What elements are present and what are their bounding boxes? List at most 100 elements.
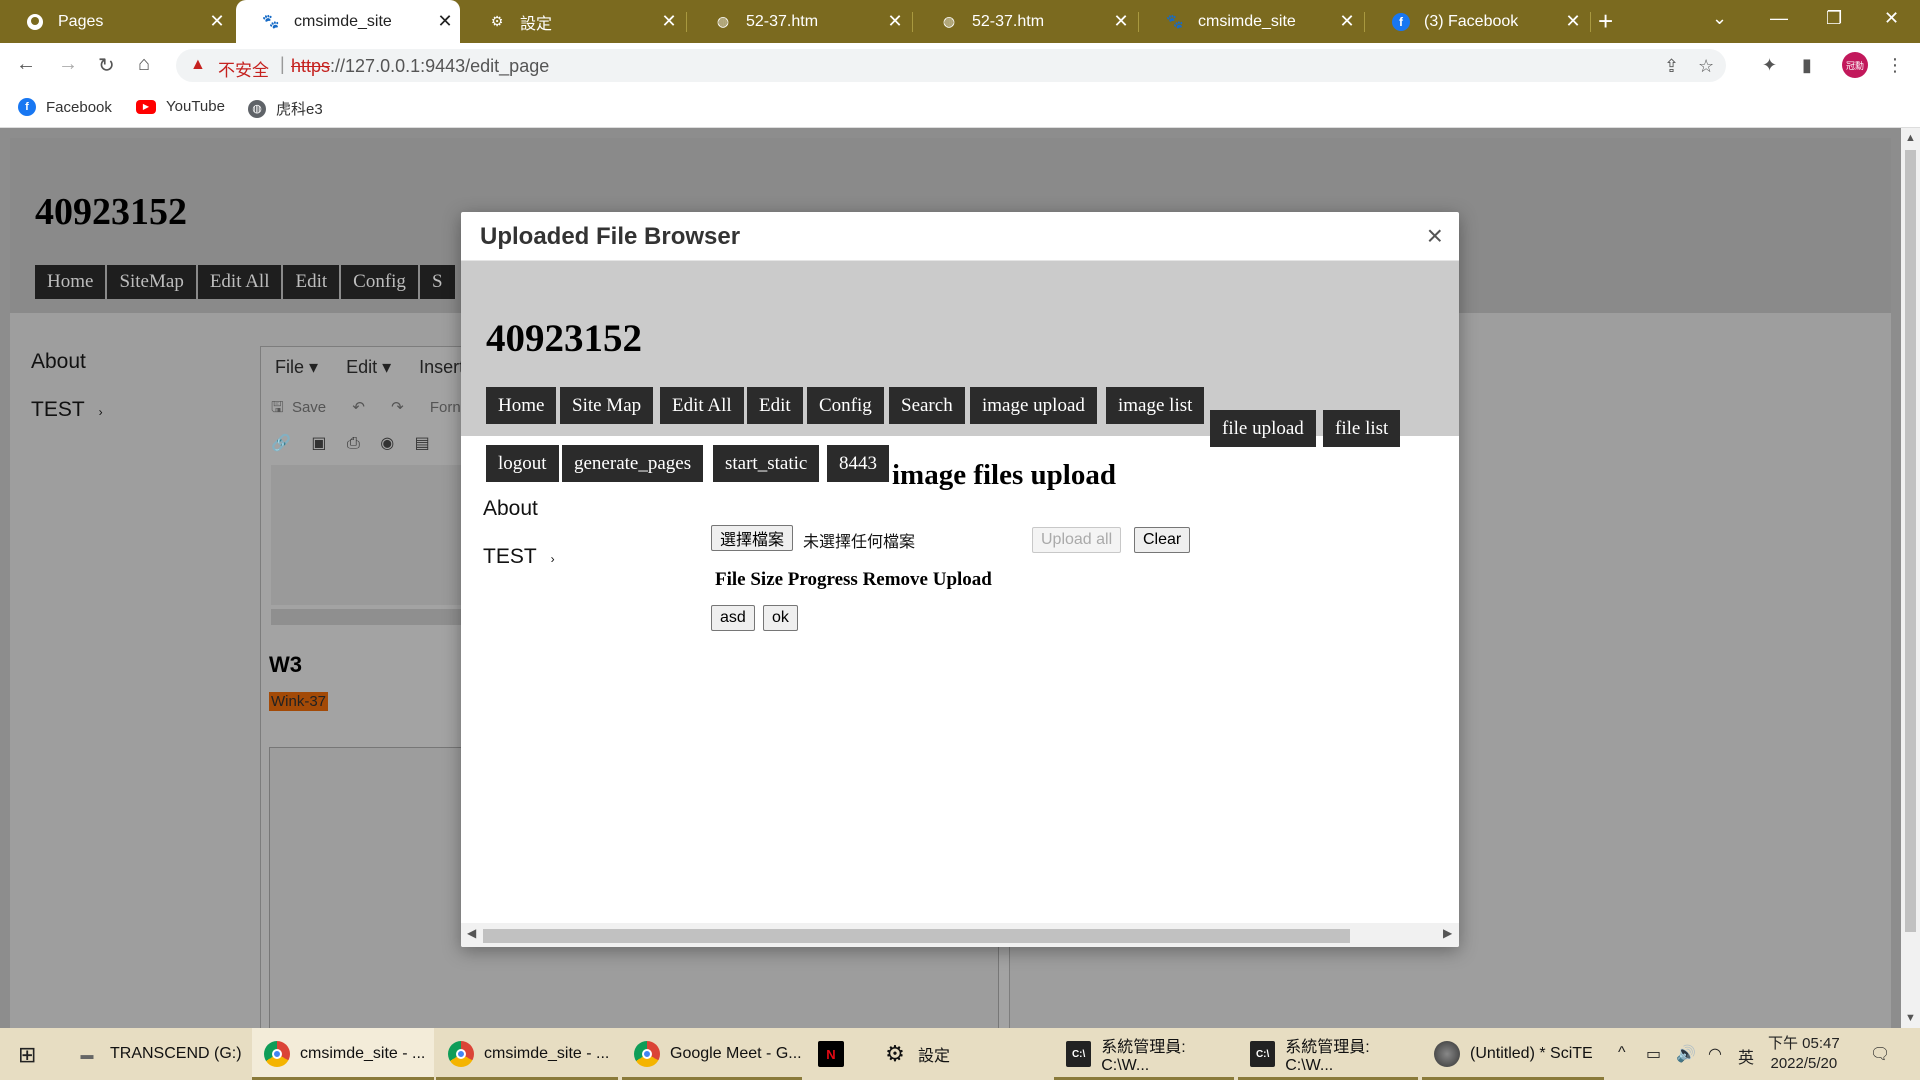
nav-home[interactable]: Home	[486, 387, 557, 424]
menu-home[interactable]: Home	[35, 265, 106, 299]
nav-site-map[interactable]: Site Map	[560, 387, 654, 424]
nav-file-list[interactable]: file list	[1323, 410, 1401, 447]
tab-facebook[interactable]: f (3) Facebook ✕	[1366, 0, 1588, 43]
back-icon[interactable]: ←	[16, 53, 36, 76]
clear-button[interactable]: Clear	[1134, 527, 1191, 553]
side-panel-icon[interactable]: ▮	[1802, 55, 1812, 76]
editor-menu-insert[interactable]: Insert	[419, 357, 464, 378]
share-icon[interactable]: ⇪	[1664, 56, 1679, 77]
taskbar-item-terminal-1[interactable]: C:\ 系統管理員: C:\W...	[1054, 1028, 1234, 1080]
close-icon[interactable]: ✕	[654, 11, 684, 32]
editor-menu-edit[interactable]: Edit ▾	[346, 357, 391, 378]
window-close-button[interactable]: ✕	[1884, 8, 1899, 29]
nav-image-upload[interactable]: image upload	[970, 387, 1097, 424]
windows-start-icon[interactable]: ⊞	[18, 1042, 36, 1068]
scroll-up-icon[interactable]: ▲	[1905, 132, 1916, 144]
close-icon[interactable]: ✕	[430, 11, 460, 32]
tab-search-icon[interactable]: ⌄	[1712, 8, 1727, 29]
taskbar-item-transcend[interactable]: ▬ TRANSCEND (G:)	[62, 1028, 242, 1080]
bookmark-e3[interactable]: ◍ 虎科e3	[248, 98, 323, 119]
notification-icon[interactable]: 🗨	[1870, 1044, 1890, 1064]
taskbar-item-scite[interactable]: (Untitled) * SciTE	[1422, 1028, 1604, 1080]
undo-icon[interactable]: ↶	[352, 399, 365, 416]
close-icon[interactable]: ✕	[1332, 11, 1362, 32]
asd-button[interactable]: asd	[711, 605, 755, 631]
menu-config[interactable]: Config	[341, 265, 418, 299]
preview-icon[interactable]: ◉	[380, 435, 394, 452]
reload-icon[interactable]: ↻	[98, 53, 115, 78]
new-tab-button[interactable]: +	[1598, 6, 1613, 37]
side-link-test[interactable]: TEST ›	[31, 398, 103, 422]
choose-file-button[interactable]: 選擇檔案	[711, 525, 794, 551]
bookmark-facebook[interactable]: f Facebook	[18, 98, 112, 116]
side-link-test[interactable]: TEST ›	[483, 545, 555, 569]
tab-cmsimde-site-2[interactable]: 🐾 cmsimde_site ✕	[1140, 0, 1362, 43]
nav-start-static[interactable]: start_static	[713, 445, 820, 482]
close-icon[interactable]: ✕	[1558, 11, 1588, 32]
close-icon[interactable]: ×	[1427, 220, 1443, 252]
taskbar-item-terminal-2[interactable]: C:\ 系統管理員: C:\W...	[1238, 1028, 1418, 1080]
scroll-down-icon[interactable]: ▼	[1905, 1012, 1916, 1024]
menu-search[interactable]: S	[419, 265, 455, 299]
home-icon[interactable]: ⌂	[138, 53, 150, 76]
close-icon[interactable]: ✕	[1106, 11, 1136, 32]
bookmark-star-icon[interactable]: ☆	[1698, 56, 1714, 77]
ime-indicator[interactable]: 英	[1738, 1044, 1754, 1068]
extensions-icon[interactable]: ✦	[1762, 55, 1777, 76]
tab-pages[interactable]: Pages ✕	[0, 0, 232, 43]
scroll-left-icon[interactable]: ◀	[467, 926, 476, 940]
taskbar-item-chrome-1[interactable]: cmsimde_site - ...	[252, 1028, 434, 1080]
image-icon[interactable]: ▣	[311, 435, 326, 452]
volume-icon[interactable]: 🔊	[1676, 1044, 1696, 1064]
scrollbar-thumb[interactable]	[1905, 150, 1916, 932]
menu-edit[interactable]: Edit	[283, 265, 340, 299]
nav-logout[interactable]: logout	[486, 445, 559, 482]
nav-edit-all[interactable]: Edit All	[660, 387, 744, 424]
wifi-icon[interactable]: ◠	[1708, 1044, 1722, 1064]
menu-kebab-icon[interactable]: ⋮	[1886, 55, 1904, 76]
scrollbar-thumb[interactable]	[483, 929, 1350, 943]
scroll-right-icon[interactable]: ▶	[1443, 926, 1452, 940]
tab-52-37-b[interactable]: ◍ 52-37.htm ✕	[914, 0, 1136, 43]
menu-edit-all[interactable]: Edit All	[197, 265, 282, 299]
taskbar-item-chrome-2[interactable]: cmsimde_site - ...	[436, 1028, 618, 1080]
page-scrollbar[interactable]: ▲ ▼	[1901, 128, 1920, 1028]
nav-8443[interactable]: 8443	[827, 445, 889, 482]
ok-button[interactable]: ok	[763, 605, 798, 631]
taskbar-item-netflix[interactable]: N	[806, 1028, 866, 1080]
nav-generate-pages[interactable]: generate_pages	[562, 445, 704, 482]
menu-sitemap[interactable]: SiteMap	[107, 265, 196, 299]
battery-icon[interactable]: ▭	[1646, 1044, 1661, 1064]
editor-menu-file[interactable]: File ▾	[275, 357, 318, 378]
tray-chevron-icon[interactable]: ^	[1618, 1044, 1626, 1062]
editor-save[interactable]: Save	[292, 399, 326, 416]
tab-52-37-a[interactable]: ◍ 52-37.htm ✕	[688, 0, 910, 43]
warning-icon[interactable]: ▲	[190, 56, 206, 74]
media-icon[interactable]: ▤	[415, 435, 430, 452]
bookmark-youtube[interactable]: ▶ YouTube	[136, 98, 225, 115]
address-bar[interactable]: ▲ 不安全 | https://127.0.0.1:9443/edit_page…	[176, 49, 1726, 82]
nav-search[interactable]: Search	[889, 387, 965, 424]
nav-image-list[interactable]: image list	[1106, 387, 1205, 424]
link-icon[interactable]: 🔗	[271, 435, 291, 452]
forward-icon[interactable]: →	[58, 53, 78, 76]
close-icon[interactable]: ✕	[202, 11, 232, 32]
tab-cmsimde-site-active[interactable]: 🐾 cmsimde_site ✕	[236, 0, 460, 43]
print-icon[interactable]: ⎙	[347, 435, 360, 452]
editor-format[interactable]: Forn	[430, 399, 461, 416]
nav-file-upload[interactable]: file upload	[1210, 410, 1316, 447]
profile-avatar[interactable]: 冠勳	[1842, 52, 1868, 78]
url-text[interactable]: https://127.0.0.1:9443/edit_page	[291, 56, 549, 77]
restore-button[interactable]: ❐	[1826, 8, 1842, 29]
tab-settings[interactable]: ⚙ 設定 ✕	[462, 0, 684, 43]
nav-edit[interactable]: Edit	[747, 387, 803, 424]
taskbar-clock[interactable]: 下午 05:47 2022/5/20	[1768, 1034, 1840, 1074]
upload-all-button[interactable]: Upload all	[1032, 527, 1122, 553]
save-icon[interactable]: 🖫	[271, 399, 284, 416]
dialog-horizontal-scrollbar[interactable]: ◀ ▶	[461, 923, 1459, 947]
security-label[interactable]: 不安全	[218, 56, 269, 81]
close-icon[interactable]: ✕	[880, 11, 910, 32]
side-link-about[interactable]: About	[483, 497, 538, 521]
taskbar-item-settings[interactable]: ⚙ 設定	[870, 1028, 1050, 1080]
taskbar-item-google-meet[interactable]: Google Meet - G...	[622, 1028, 802, 1080]
